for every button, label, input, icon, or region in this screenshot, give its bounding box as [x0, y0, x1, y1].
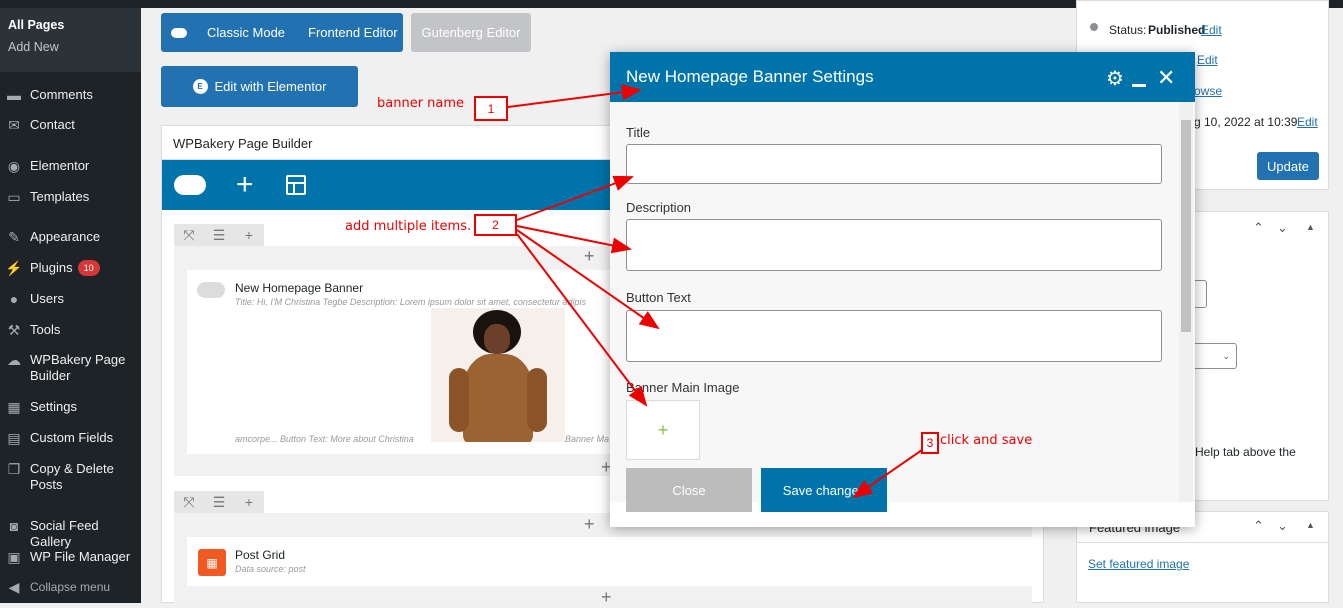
arrow-to-save-button: [852, 449, 923, 499]
annotation-add-items: add multiple items.: [345, 219, 472, 234]
annotation-banner-name: banner name: [377, 96, 465, 111]
arrow-to-image-field: [516, 233, 648, 407]
arrow-to-title-field: [516, 175, 634, 221]
annotation-number-3: 3: [921, 432, 939, 454]
annotation-number-2: 2: [474, 214, 517, 236]
arrow-to-modal-title: [507, 84, 642, 108]
arrow-to-button-text-field: [516, 229, 660, 330]
annotation-number-1: 1: [474, 96, 508, 121]
arrow-to-description-field: [516, 225, 632, 254]
annotation-click-save: click and save: [940, 433, 1033, 448]
annotation-arrows: [507, 84, 923, 499]
